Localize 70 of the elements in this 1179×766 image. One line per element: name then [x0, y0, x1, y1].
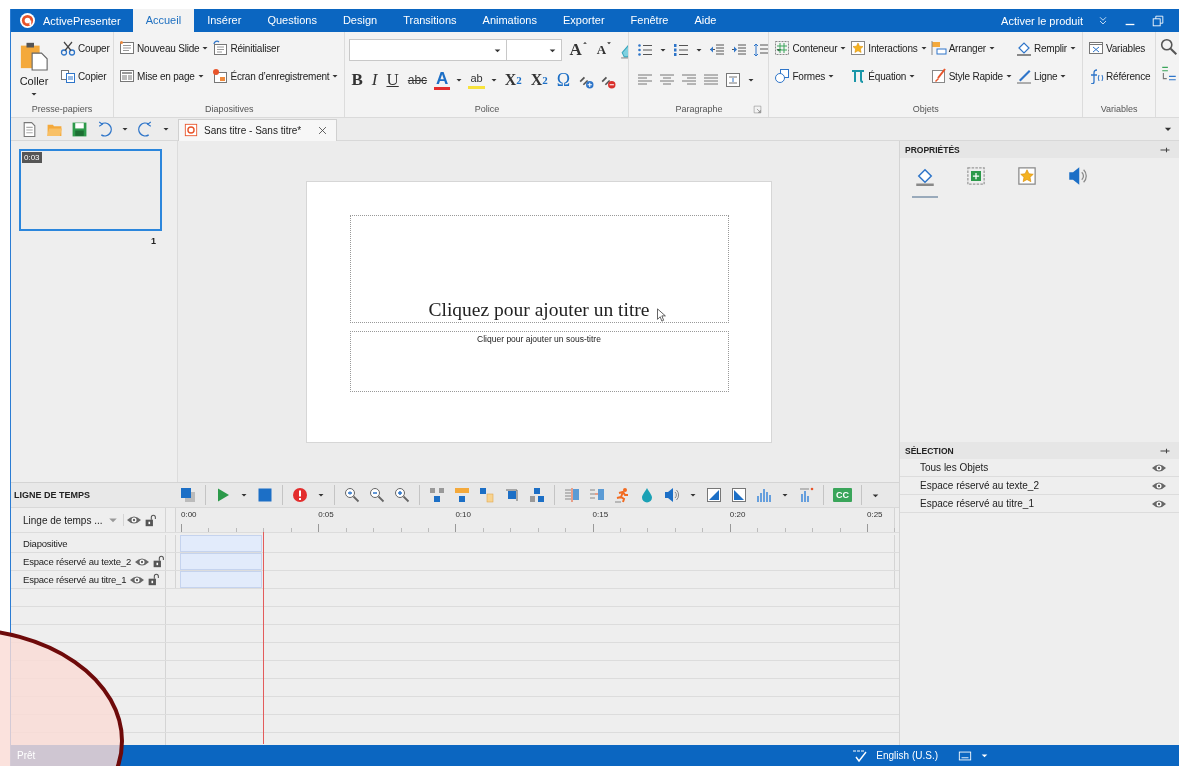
group-label: Paragraphe [675, 104, 723, 114]
ribbon-button[interactable]: Remplir [1014, 38, 1078, 58]
ribbon-button[interactable]: Mise en page [118, 66, 211, 86]
track-label: Espace réservé au titre_1 [23, 574, 127, 585]
group-label: Police [474, 104, 500, 114]
timeline-filter-dropdown[interactable]: Linge de temps ... [23, 514, 124, 526]
ribbon-button[interactable]: Formes [773, 66, 849, 86]
highlight-button[interactable]: ab [468, 71, 485, 89]
document-tab[interactable]: Sans titre - Sans titre* [178, 118, 338, 141]
underline-button[interactable]: U [384, 70, 401, 90]
tick-label: 0:25 [867, 510, 883, 519]
slide-thumbnail[interactable]: 0:03 [19, 149, 162, 231]
panel-title: LIGNE DE TEMPS [14, 490, 90, 500]
tick-label: 0:10 [455, 510, 471, 519]
ribbon-button[interactable]: Équation [849, 66, 929, 86]
ribbon-button[interactable]: Référence [1087, 66, 1152, 86]
copy-button[interactable]: Copier [59, 66, 111, 86]
title-placeholder[interactable]: Cliquez pour ajouter un titre [349, 214, 729, 323]
ribbon-button[interactable]: Variables [1087, 38, 1152, 58]
app-menu-button[interactable]: ActivePresenter [11, 9, 133, 32]
duration-badge: 0:03 [22, 152, 42, 163]
panel-title: SÉLECTION [905, 445, 954, 456]
app-name: ActivePresenter [43, 14, 121, 27]
slide-number: 1 [151, 236, 156, 246]
strikethrough-button[interactable]: abc [405, 70, 430, 90]
ribbon-tab[interactable]: Questions [254, 9, 330, 32]
ribbon-button[interactable]: Nouveau Slide [118, 38, 211, 58]
ribbon-button[interactable]: Interactions [849, 38, 929, 58]
ribbon-tab[interactable]: Fenêtre [617, 9, 682, 32]
object-list-item[interactable]: Espace réservé au texte_2 [920, 480, 1039, 491]
group-label: Presse-papiers [31, 104, 93, 114]
status-text: Prêt [17, 750, 36, 761]
cut-button[interactable]: Couper [59, 38, 111, 58]
ribbon-button[interactable]: Conteneur [773, 38, 849, 58]
placeholder-text: Cliquer pour ajouter un sous-titre [477, 333, 601, 344]
ribbon-tab[interactable]: Exporter [549, 9, 618, 32]
tick-label: 0:15 [592, 510, 609, 519]
tick-label: 0:00 [181, 510, 197, 519]
ribbon-button[interactable]: Écran d’enregistrement [211, 66, 341, 86]
placeholder-text: Cliquez pour ajouter un titre [428, 298, 650, 321]
bold-button[interactable]: B [349, 70, 365, 90]
group-label: Objets [912, 104, 939, 114]
panel-title: PROPRIÉTÉS [905, 144, 960, 155]
font-color-button[interactable]: A [434, 70, 451, 90]
italic-button[interactable]: I [369, 70, 380, 90]
paste-button[interactable]: Coller [15, 36, 53, 100]
object-list-item[interactable]: Espace réservé au titre_1 [920, 498, 1034, 509]
object-list-item[interactable]: Tous les Objets [920, 462, 989, 473]
subtitle-placeholder[interactable]: Cliquer pour ajouter un sous-titre [349, 330, 729, 392]
ribbon-tab[interactable]: Transitions [390, 9, 470, 32]
tick-label: 0:20 [729, 510, 746, 519]
ribbon-button[interactable]: Style Rapide [929, 66, 1014, 86]
ribbon-tab[interactable]: Design [329, 9, 391, 32]
tick-label: 0:05 [318, 510, 334, 519]
ribbon-button[interactable]: Réinitialiser [211, 38, 341, 58]
ribbon-tab[interactable]: Aide [681, 9, 730, 32]
ribbon-button[interactable]: Arranger [929, 38, 1014, 58]
symbol-button[interactable]: Ω [554, 70, 573, 90]
track-label: Espace réservé au texte_2 [23, 556, 131, 567]
ribbon-tab[interactable]: Accueil [132, 9, 195, 32]
grow-font-button[interactable]: A [567, 40, 590, 60]
shrink-font-button[interactable]: A [594, 40, 615, 60]
group-label: Variables [1100, 104, 1138, 114]
track-label: Diapositive [23, 538, 68, 549]
language-indicator[interactable]: English (U.S.) [876, 750, 938, 761]
group-label: Diapositives [204, 104, 254, 114]
activate-product-link[interactable]: Activer le produit [1001, 14, 1083, 27]
ribbon-button[interactable]: Ligne [1014, 66, 1078, 86]
ribbon-tab[interactable]: Insérer [194, 9, 255, 32]
ribbon-tab[interactable]: Animations [469, 9, 550, 32]
